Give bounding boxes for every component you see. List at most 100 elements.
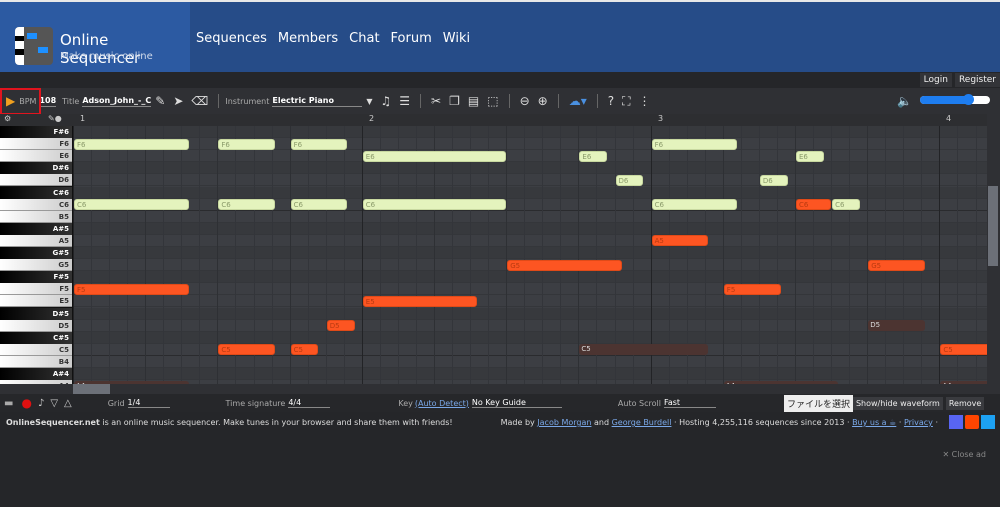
piano-key[interactable]: F5 [0, 283, 72, 296]
note[interactable]: F6 [651, 138, 738, 150]
note[interactable]: C6 [218, 199, 276, 211]
note[interactable]: D5 [326, 320, 355, 332]
grid-select[interactable]: 1/4 [127, 398, 170, 408]
piano-key[interactable]: F6 [0, 138, 72, 151]
note[interactable]: E6 [796, 150, 824, 162]
metronome-icon[interactable]: △ [64, 398, 72, 409]
piano-key[interactable]: A#5 [0, 222, 72, 235]
register-button[interactable]: Register [954, 73, 1000, 87]
keyboard-icon[interactable]: ▬ [4, 398, 13, 409]
edit-icon[interactable]: ✎ [155, 94, 165, 108]
nav-chat[interactable]: Chat [349, 31, 379, 46]
note[interactable]: F6 [218, 138, 276, 150]
note-icon[interactable]: ♪ [38, 398, 44, 409]
volume-icon[interactable]: 🔈 [897, 94, 912, 108]
piano-key[interactable]: D#5 [0, 307, 72, 320]
note[interactable]: C6 [362, 199, 507, 211]
note[interactable]: F5 [723, 283, 781, 295]
piano-key[interactable]: C#5 [0, 331, 72, 344]
pointer-icon[interactable]: ➤ [173, 94, 183, 108]
piano-key[interactable]: F#6 [0, 126, 72, 139]
note[interactable]: F6 [290, 138, 348, 150]
note[interactable]: F6 [74, 138, 189, 150]
note[interactable]: C6 [74, 199, 189, 211]
note[interactable]: C6 [290, 199, 348, 211]
piano-key[interactable]: A5 [0, 234, 72, 247]
close-ad-button[interactable]: ✕ Close ad [942, 450, 986, 459]
chevron-down-icon[interactable]: ▼ [366, 97, 372, 106]
pencil-icon[interactable]: ✎● [48, 114, 62, 123]
auto-detect-link[interactable]: (Auto Detect) [415, 399, 469, 408]
nav-sequences[interactable]: Sequences [196, 31, 267, 46]
piano-key[interactable]: C6 [0, 198, 72, 211]
reddit-icon[interactable] [965, 415, 979, 429]
select-all-icon[interactable]: ⬚ [487, 94, 498, 108]
note[interactable]: E6 [362, 150, 507, 162]
scroll-thumb[interactable] [988, 186, 998, 266]
volume-handle[interactable] [963, 94, 974, 105]
note[interactable]: E5 [362, 295, 478, 307]
note[interactable]: G5 [868, 259, 925, 271]
piano-key[interactable]: D#6 [0, 162, 72, 175]
note[interactable]: C5 [579, 344, 709, 356]
help-icon[interactable]: ? [608, 94, 614, 108]
note[interactable]: D6 [615, 174, 644, 186]
note[interactable]: D6 [759, 174, 788, 186]
note[interactable]: G5 [507, 259, 622, 271]
vertical-scrollbar[interactable] [987, 114, 1000, 394]
note[interactable]: C5 [940, 344, 987, 356]
volume-slider[interactable] [920, 94, 990, 105]
note[interactable]: E6 [579, 150, 608, 162]
piano-key[interactable]: B4 [0, 355, 72, 368]
brand[interactable]: Online Sequencer Make music online [0, 2, 190, 72]
note[interactable]: C6 [832, 199, 860, 211]
key-select[interactable]: No Key Guide [471, 398, 562, 408]
nav-members[interactable]: Members [278, 31, 338, 46]
piano-key[interactable]: G#5 [0, 247, 72, 260]
note[interactable]: C6 [796, 199, 832, 211]
piano-key[interactable]: D5 [0, 319, 72, 332]
note[interactable]: D5 [868, 320, 925, 332]
remove-button[interactable]: Remove [945, 396, 985, 410]
note[interactable]: F5 [74, 283, 189, 295]
filter-icon[interactable]: ▽ [50, 398, 58, 409]
note[interactable]: A5 [651, 235, 709, 247]
privacy-link[interactable]: Privacy [904, 418, 933, 427]
instrument-settings-icon[interactable]: ♫ [381, 94, 392, 108]
cloud-upload-icon[interactable]: ☁▾ [569, 94, 587, 108]
waveform-button[interactable]: Show/hide waveform [852, 396, 943, 410]
piano-key[interactable]: G5 [0, 259, 72, 272]
cut-icon[interactable]: ✂ [431, 94, 441, 108]
twitter-icon[interactable] [981, 415, 995, 429]
piano-key[interactable]: E5 [0, 295, 72, 308]
instrument-select[interactable]: Electric Piano [272, 96, 363, 107]
horizontal-scrollbar[interactable] [0, 384, 987, 394]
file-select-button[interactable]: ファイルを選択 [783, 394, 853, 412]
note[interactable]: C5 [218, 344, 276, 356]
buy-link[interactable]: Buy us a ☕ [852, 418, 896, 427]
note[interactable]: C5 [290, 344, 319, 356]
more-icon[interactable]: ⋮ [639, 94, 651, 108]
record-icon[interactable]: ● [21, 396, 31, 410]
fullscreen-icon[interactable]: ⛶ [622, 94, 630, 109]
piano-key[interactable]: F#5 [0, 271, 72, 284]
paste-icon[interactable]: ▤ [468, 94, 479, 108]
note-grid[interactable]: F6 F6 F6 E6 E6 D6 F6 D6 E6 C6 C6 C6 C6 C6 C6 C6 A5 G5 G5 F5… [73, 126, 987, 384]
nav-wiki[interactable]: Wiki [443, 31, 470, 46]
author-link[interactable]: Jacob Morgan [537, 418, 591, 427]
bpm-input[interactable]: 108 [39, 96, 57, 107]
piano-key[interactable]: B5 [0, 210, 72, 223]
piano-key[interactable]: E6 [0, 150, 72, 163]
piano-key[interactable]: A#4 [0, 368, 72, 381]
sliders-icon[interactable]: ☰ [399, 94, 410, 108]
author-link[interactable]: George Burdell [612, 418, 672, 427]
discord-icon[interactable] [949, 415, 963, 429]
scroll-thumb[interactable] [73, 384, 110, 394]
zoom-out-icon[interactable]: ⊖ [520, 94, 530, 108]
title-input[interactable]: Adson_John_-_C [82, 96, 152, 107]
timeline-ruler[interactable]: ⚙ ✎● 1 2 3 4 [0, 114, 987, 126]
nav-forum[interactable]: Forum [391, 31, 432, 46]
note[interactable]: C6 [651, 199, 738, 211]
piano-key[interactable]: C5 [0, 343, 72, 356]
login-button[interactable]: Login [919, 73, 952, 87]
